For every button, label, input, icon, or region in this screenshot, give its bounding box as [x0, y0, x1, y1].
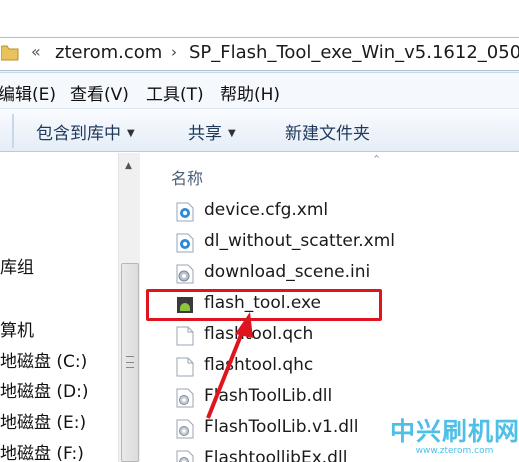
new-folder-button[interactable]: 新建文件夹 [285, 119, 370, 144]
xml-file-icon [176, 233, 194, 253]
menu-view[interactable]: 查看(V) [70, 80, 129, 105]
sort-indicator-icon: ⌃ [372, 153, 382, 166]
include-in-library-label: 包含到库中 [36, 124, 121, 144]
chevron-down-icon: ▼ [127, 128, 135, 139]
ini-settings-file-icon [176, 264, 194, 284]
menu-tools[interactable]: 工具(T) [146, 80, 204, 105]
breadcrumb-separator[interactable]: › [171, 43, 177, 61]
chevron-down-icon: ▼ [228, 128, 236, 139]
share-button[interactable]: 共享 ▼ [188, 119, 236, 144]
blank-file-icon [176, 357, 194, 377]
dll-file-icon [176, 419, 194, 439]
watermark-logo: 中兴刷机网 www.zterom.com [390, 412, 519, 462]
xml-file-icon [176, 202, 194, 222]
scrollbar-thumb[interactable] [121, 263, 139, 462]
breadcrumb-current-folder[interactable]: SP_Flash_Tool_exe_Win_v5.1612_0504 [189, 42, 519, 63]
address-bar: « zterom.com › SP_Flash_Tool_exe_Win_v5.… [0, 35, 519, 73]
scroll-up-arrow-icon[interactable]: ▲ [125, 161, 132, 171]
red-arrow-annotation [206, 312, 253, 419]
nav-item-drive-f[interactable]: 地磁盘 (F:) [0, 439, 84, 462]
file-name: FlashtoollibEx.dll [204, 448, 348, 462]
address-box[interactable]: « zterom.com › SP_Flash_Tool_exe_Win_v5.… [0, 37, 519, 71]
command-toolbar: 包含到库中 ▼ 共享 ▼ 新建文件夹 [0, 110, 519, 152]
file-name: dl_without_scatter.xml [204, 231, 396, 251]
nav-item-drive-c[interactable]: 地磁盘 (C:) [0, 347, 87, 372]
file-name: download_scene.ini [204, 262, 371, 282]
share-label: 共享 [188, 124, 222, 144]
navigation-pane: 库组 算机 地磁盘 (C:) 地磁盘 (D:) 地磁盘 (E:) 地磁盘 (F:… [0, 153, 118, 462]
file-row[interactable]: download_scene.ini [174, 260, 514, 288]
grip-icon [126, 356, 134, 368]
nav-scrollbar[interactable]: ▲ [118, 153, 140, 462]
blank-file-icon [176, 326, 194, 346]
folder-icon [1, 45, 19, 61]
menu-help[interactable]: 帮助(H) [220, 80, 280, 105]
column-header-name[interactable]: 名称 [171, 165, 203, 189]
file-row[interactable]: dl_without_scatter.xml [174, 229, 514, 257]
toolbar-divider [12, 114, 14, 148]
watermark-title: 中兴刷机网 [390, 417, 519, 446]
nav-item-drive-e[interactable]: 地磁盘 (E:) [0, 408, 86, 433]
file-row[interactable]: device.cfg.xml [174, 198, 514, 226]
dll-file-icon [176, 388, 194, 408]
menu-bar: 编辑(E) 查看(V) 工具(T) 帮助(H) [0, 73, 519, 109]
nav-item-computer[interactable]: 算机 [0, 316, 34, 341]
file-name: FlashToolLib.v1.dll [204, 417, 359, 437]
breadcrumb-zterom[interactable]: zterom.com [55, 42, 162, 63]
file-name: device.cfg.xml [204, 200, 329, 220]
dll-file-icon [176, 450, 194, 462]
menu-edit[interactable]: 编辑(E) [0, 80, 56, 105]
include-in-library-button[interactable]: 包含到库中 ▼ [36, 119, 135, 144]
nav-item-homegroup[interactable]: 库组 [0, 253, 34, 278]
nav-item-drive-d[interactable]: 地磁盘 (D:) [0, 377, 89, 402]
address-overflow-chevron[interactable]: « [31, 42, 41, 61]
